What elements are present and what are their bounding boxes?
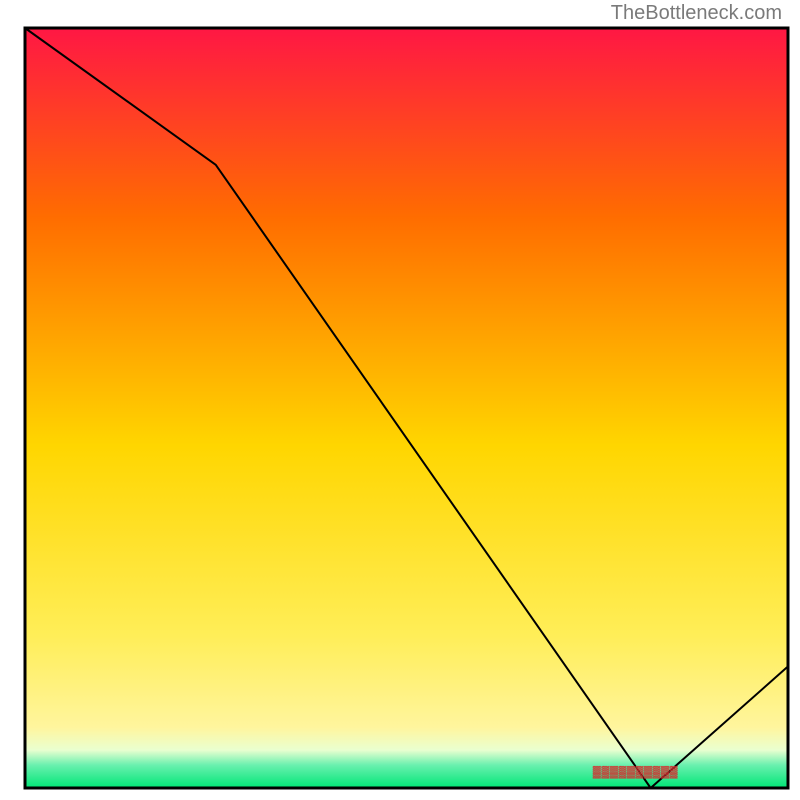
chart-background-gradient [25, 28, 788, 788]
watermark-text: TheBottleneck.com [611, 2, 782, 25]
chart-container: TheBottleneck.com ▓▓▓▓▓▓▓▓▓▓ [0, 0, 800, 800]
plot-area: ▓▓▓▓▓▓▓▓▓▓ [25, 28, 788, 788]
bottleneck-chart: ▓▓▓▓▓▓▓▓▓▓ [0, 0, 800, 800]
red-annotation-label: ▓▓▓▓▓▓▓▓▓▓ [593, 765, 679, 779]
